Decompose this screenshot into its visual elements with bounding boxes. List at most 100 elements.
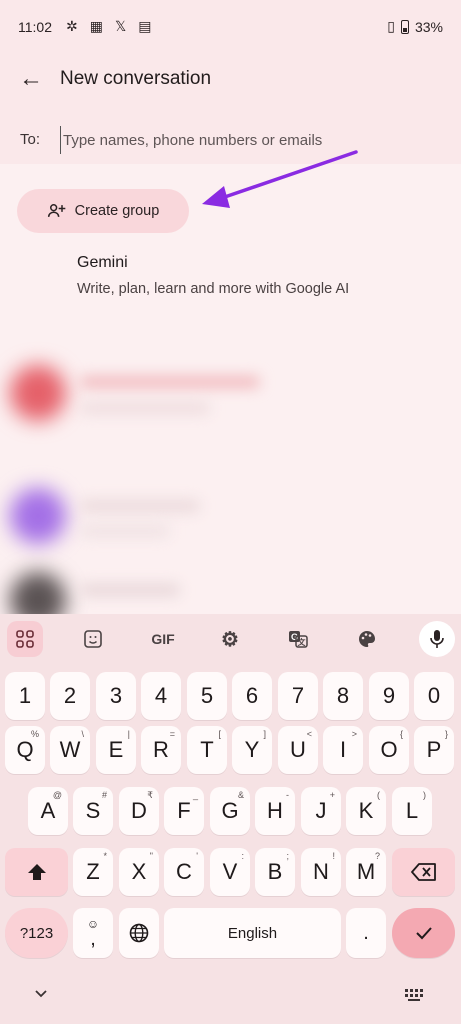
back-arrow-icon[interactable]: ←: [14, 64, 48, 94]
key-alt-label: !: [332, 851, 335, 861]
key-label: G: [221, 798, 239, 823]
key-a[interactable]: @ A: [28, 787, 68, 835]
key-d[interactable]: ₹ D: [119, 787, 159, 835]
shift-key[interactable]: [5, 848, 68, 896]
key-c[interactable]: ' C: [164, 848, 204, 896]
key-w[interactable]: \ W: [50, 726, 90, 774]
key-p[interactable]: } P: [414, 726, 454, 774]
key-5[interactable]: 5: [187, 672, 227, 720]
key-label: P: [426, 737, 442, 762]
key-s[interactable]: # S: [73, 787, 113, 835]
key-label: S: [85, 798, 101, 823]
backspace-icon: [410, 863, 436, 881]
apps-grid-icon[interactable]: [7, 621, 43, 657]
key-label: W: [59, 737, 81, 762]
blurred-contact[interactable]: [0, 554, 461, 628]
key-alt-label: ): [423, 790, 426, 800]
gemini-suggestion[interactable]: Gemini Write, plan, learn and more with …: [77, 254, 349, 297]
chevron-down-icon[interactable]: [34, 986, 48, 1002]
to-label: To:: [20, 131, 41, 148]
battery-percent: 33%: [414, 18, 443, 35]
key-alt-label: @: [52, 790, 62, 800]
key-x[interactable]: " X: [119, 848, 159, 896]
gif-button[interactable]: GIF: [143, 621, 183, 657]
key-2[interactable]: 2: [50, 672, 90, 720]
key-alt-label: -: [286, 790, 289, 800]
key-alt-label: <: [306, 729, 312, 739]
keyboard: GIF ⚙ G文 1 2 3 4 5 6 7 8 9 0 % Q \ W | E = R…: [0, 614, 461, 1024]
key-i[interactable]: > I: [323, 726, 363, 774]
checkmark-icon: [415, 927, 432, 940]
key-4[interactable]: 4: [141, 672, 181, 720]
key-l[interactable]: ) L: [392, 787, 432, 835]
spacebar[interactable]: English: [164, 908, 341, 958]
key-alt-label: &: [237, 790, 244, 800]
backspace-key[interactable]: [392, 848, 455, 896]
key-label: Y: [244, 737, 260, 762]
key-label: O: [380, 737, 398, 762]
key-h[interactable]: -H: [255, 787, 295, 835]
key-0[interactable]: 0: [414, 672, 454, 720]
key-6[interactable]: 6: [232, 672, 272, 720]
key-j[interactable]: + J: [301, 787, 341, 835]
key-3[interactable]: 3: [96, 672, 136, 720]
comma-key[interactable]: ☺ ,: [73, 908, 113, 958]
key-alt-label: :: [241, 851, 244, 861]
comma-label: ,: [90, 928, 96, 950]
microphone-icon[interactable]: [419, 621, 455, 657]
gemini-name: Gemini: [77, 254, 128, 271]
gemini-description: Write, plan, learn and more with Google …: [77, 281, 350, 297]
key-label: R: [153, 737, 169, 762]
key-e[interactable]: | E: [96, 726, 136, 774]
key-9[interactable]: 9: [369, 672, 409, 720]
key-8[interactable]: 8: [323, 672, 363, 720]
create-group-button[interactable]: Create group: [17, 189, 189, 233]
create-group-label: Create group: [74, 203, 160, 219]
translate-icon[interactable]: G文: [280, 621, 316, 657]
key-alt-label: \: [81, 729, 84, 739]
key-1[interactable]: 1: [5, 672, 45, 720]
key-label: J: [315, 798, 327, 823]
key-label: K: [358, 798, 374, 823]
key-r[interactable]: = R: [141, 726, 181, 774]
key-alt-label: ₹: [147, 790, 153, 800]
slack-icon: ✲: [66, 18, 78, 34]
key-t[interactable]: [T: [187, 726, 227, 774]
status-right: ▯ 33%: [387, 18, 443, 35]
status-time: 11:02: [18, 19, 52, 35]
key-u[interactable]: < U: [278, 726, 318, 774]
blurred-contact[interactable]: [0, 470, 461, 560]
key-q[interactable]: % Q: [5, 726, 45, 774]
key-label: A: [40, 798, 56, 823]
key-v[interactable]: :V: [210, 848, 250, 896]
key-z[interactable]: * Z: [73, 848, 113, 896]
app-grid-icon: ▦: [89, 18, 103, 34]
period-key[interactable]: .: [346, 908, 386, 958]
key-m[interactable]: ? M: [346, 848, 386, 896]
key-o[interactable]: {O: [369, 726, 409, 774]
language-globe-key[interactable]: [119, 908, 159, 958]
key-alt-label: [: [218, 729, 221, 739]
key-alt-label: (: [377, 790, 380, 800]
keyboard-switch-icon[interactable]: [405, 988, 423, 1001]
sticker-icon[interactable]: [75, 621, 111, 657]
blurred-contact[interactable]: [0, 350, 461, 440]
key-g[interactable]: & G: [210, 787, 250, 835]
key-k[interactable]: (K: [346, 787, 386, 835]
navigation-bar: [0, 966, 461, 1024]
key-n[interactable]: ! N: [301, 848, 341, 896]
avatar: [10, 488, 66, 544]
contact-name-blur: [80, 500, 200, 512]
enter-key[interactable]: [392, 908, 455, 958]
settings-gear-icon[interactable]: ⚙: [212, 621, 248, 657]
key-label: U: [290, 737, 306, 762]
key-7[interactable]: 7: [278, 672, 318, 720]
theme-palette-icon[interactable]: [349, 621, 385, 657]
key-alt-label: {: [399, 729, 403, 739]
symbols-key[interactable]: ?123: [5, 908, 68, 958]
key-y[interactable]: ] Y: [232, 726, 272, 774]
key-label: N: [313, 859, 329, 884]
key-alt-label: #: [101, 790, 107, 800]
key-f[interactable]: _ F: [164, 787, 204, 835]
key-b[interactable]: ; B: [255, 848, 295, 896]
